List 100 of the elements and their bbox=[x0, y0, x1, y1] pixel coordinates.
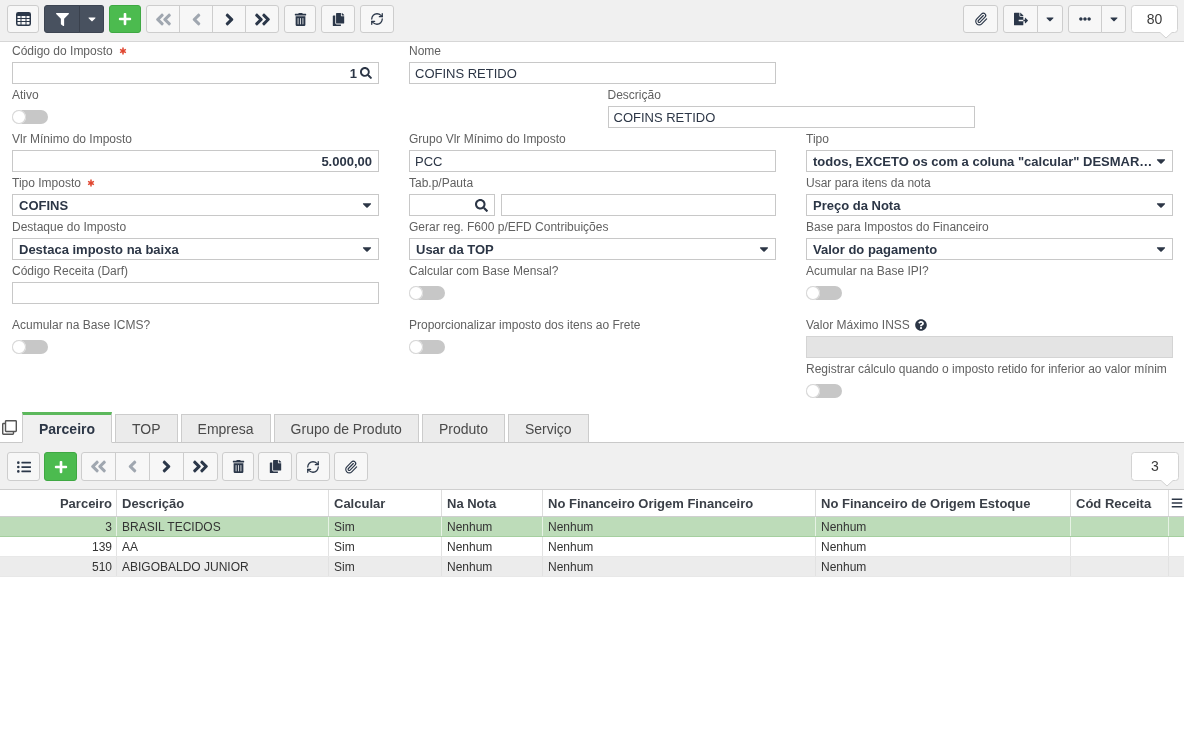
table-cell: Nenhum bbox=[816, 537, 1071, 556]
filter-button[interactable] bbox=[44, 5, 80, 33]
toggle-switch[interactable] bbox=[12, 110, 48, 124]
attach-button[interactable] bbox=[963, 5, 998, 33]
attach-button[interactable] bbox=[334, 452, 368, 481]
column-header[interactable]: Parceiro bbox=[0, 490, 117, 516]
field-label: Proporcionalizar imposto dos itens ao Frete bbox=[409, 318, 641, 332]
toggle-switch[interactable] bbox=[12, 340, 48, 354]
refresh-icon bbox=[370, 12, 384, 26]
column-header[interactable]: Descrição bbox=[117, 490, 329, 516]
field-label: Grupo Vlr Mínimo do Imposto bbox=[409, 132, 566, 146]
tab[interactable]: Serviço bbox=[507, 414, 589, 443]
number-field[interactable]: 5.000,00 bbox=[12, 150, 379, 172]
toggle-switch[interactable] bbox=[806, 384, 842, 398]
paperclip-icon bbox=[344, 459, 358, 474]
toggle-switch[interactable] bbox=[409, 286, 445, 300]
text-field[interactable]: COFINS RETIDO bbox=[409, 62, 776, 84]
tab[interactable]: TOP bbox=[115, 414, 178, 443]
more-button[interactable] bbox=[1068, 5, 1102, 33]
table-row[interactable]: 3 BRASIL TECIDOS Sim Nenhum Nenhum Nenhum bbox=[0, 517, 1184, 537]
field-label: Registrar cálculo quando o imposto retido for inferior ao valor mínim bbox=[806, 362, 1167, 376]
paperclip-icon bbox=[973, 12, 988, 26]
refresh-button[interactable] bbox=[360, 5, 394, 33]
table-cell: BRASIL TECIDOS bbox=[117, 517, 329, 536]
column-header[interactable]: No Financeiro de Origem Estoque bbox=[816, 490, 1071, 516]
tab[interactable]: Grupo de Produto bbox=[273, 414, 419, 443]
last-record-button[interactable] bbox=[183, 452, 218, 481]
table-cell: Nenhum bbox=[543, 517, 816, 536]
table-cell: ABIGOBALDO JUNIOR bbox=[117, 557, 329, 576]
search-icon[interactable] bbox=[360, 67, 372, 79]
add-button[interactable] bbox=[109, 5, 141, 33]
dropdown[interactable]: Valor do pagamento bbox=[806, 238, 1173, 260]
record-count: 3 bbox=[1131, 452, 1179, 487]
field-label: Código Receita (Darf) bbox=[12, 264, 129, 278]
field-label: Destaque do Imposto bbox=[12, 220, 127, 234]
field-label: Valor Máximo INSS bbox=[806, 318, 910, 332]
field-label: Usar para itens da nota bbox=[806, 176, 931, 190]
delete-button[interactable] bbox=[222, 452, 254, 481]
column-header[interactable]: Cód Receita bbox=[1071, 490, 1169, 516]
tab[interactable]: Parceiro bbox=[22, 412, 113, 443]
table-row[interactable]: 510 ABIGOBALDO JUNIOR Sim Nenhum Nenhum Nenhum bbox=[0, 557, 1184, 577]
list-icon bbox=[16, 459, 31, 474]
tab[interactable]: Produto bbox=[421, 414, 505, 443]
grid-view-button[interactable] bbox=[7, 5, 39, 33]
text-field[interactable] bbox=[501, 194, 776, 216]
table-cell: Nenhum bbox=[442, 537, 543, 556]
table-row[interactable]: 139 AA Sim Nenhum Nenhum Nenhum bbox=[0, 537, 1184, 557]
plus-icon bbox=[118, 12, 132, 26]
spreadsheet-icon bbox=[15, 12, 31, 26]
lookup-field[interactable]: 1 bbox=[12, 62, 379, 84]
text-field[interactable] bbox=[12, 282, 379, 304]
field-label: Descrição bbox=[607, 88, 661, 102]
field-label: Tab.p/Pauta bbox=[409, 176, 474, 190]
column-header[interactable]: No Financeiro Origem Financeiro bbox=[543, 490, 816, 516]
dropdown[interactable]: todos, EXCETO os com a coluna "calcular" DESMAR… bbox=[806, 150, 1173, 172]
table-cell: Nenhum bbox=[816, 557, 1071, 576]
table-cell: Nenhum bbox=[442, 517, 543, 536]
dropdown[interactable]: Destaca imposto na baixa bbox=[12, 238, 379, 260]
toggle-switch[interactable] bbox=[806, 286, 842, 300]
next-record-button[interactable] bbox=[149, 452, 184, 481]
export-button[interactable] bbox=[1003, 5, 1038, 33]
dropdown[interactable]: COFINS bbox=[12, 194, 379, 216]
column-header[interactable]: Na Nota bbox=[442, 490, 543, 516]
dropdown[interactable]: Preço da Nota bbox=[806, 194, 1173, 216]
table-cell: Nenhum bbox=[816, 517, 1071, 536]
copy-button[interactable] bbox=[321, 5, 355, 33]
refresh-icon bbox=[306, 459, 320, 474]
plus-icon bbox=[53, 459, 68, 474]
delete-button[interactable] bbox=[284, 5, 316, 33]
field-label: Gerar reg. F600 p/EFD Contribuições bbox=[409, 220, 609, 234]
table-cell: Nenhum bbox=[543, 557, 816, 576]
tab[interactable]: Empresa bbox=[180, 414, 271, 443]
search-icon[interactable] bbox=[475, 198, 488, 212]
text-field[interactable]: COFINS RETIDO bbox=[607, 106, 975, 128]
clone-icon[interactable] bbox=[2, 420, 17, 435]
next-record-button[interactable] bbox=[212, 5, 246, 33]
table-cell: 139 bbox=[0, 537, 117, 556]
dropdown[interactable]: Usar da TOP bbox=[409, 238, 776, 260]
column-menu-icon[interactable] bbox=[1170, 497, 1183, 509]
refresh-button[interactable] bbox=[296, 452, 330, 481]
toggle-switch[interactable] bbox=[409, 340, 445, 354]
table-cell: Nenhum bbox=[442, 557, 543, 576]
table-cell: 510 bbox=[0, 557, 117, 576]
field-label: Base para Impostos do Financeiro bbox=[806, 220, 989, 234]
field-label: Ativo bbox=[12, 88, 39, 102]
record-count: 80 bbox=[1131, 5, 1178, 39]
last-record-button[interactable] bbox=[245, 5, 279, 33]
column-header[interactable]: Calcular bbox=[329, 490, 442, 516]
table-cell: 3 bbox=[0, 517, 117, 536]
text-field[interactable]: PCC bbox=[409, 150, 776, 172]
list-view-button[interactable] bbox=[7, 452, 40, 481]
file-export-icon bbox=[1013, 12, 1028, 26]
filter-menu-button[interactable] bbox=[79, 5, 104, 33]
table-cell: Sim bbox=[329, 537, 442, 556]
copy-button[interactable] bbox=[258, 452, 292, 481]
field-label: Tipo bbox=[806, 132, 829, 146]
table-cell: Nenhum bbox=[543, 537, 816, 556]
table-cell: Sim bbox=[329, 517, 442, 536]
lookup-field[interactable] bbox=[409, 194, 495, 216]
more-menu-button[interactable] bbox=[1101, 5, 1126, 33]
